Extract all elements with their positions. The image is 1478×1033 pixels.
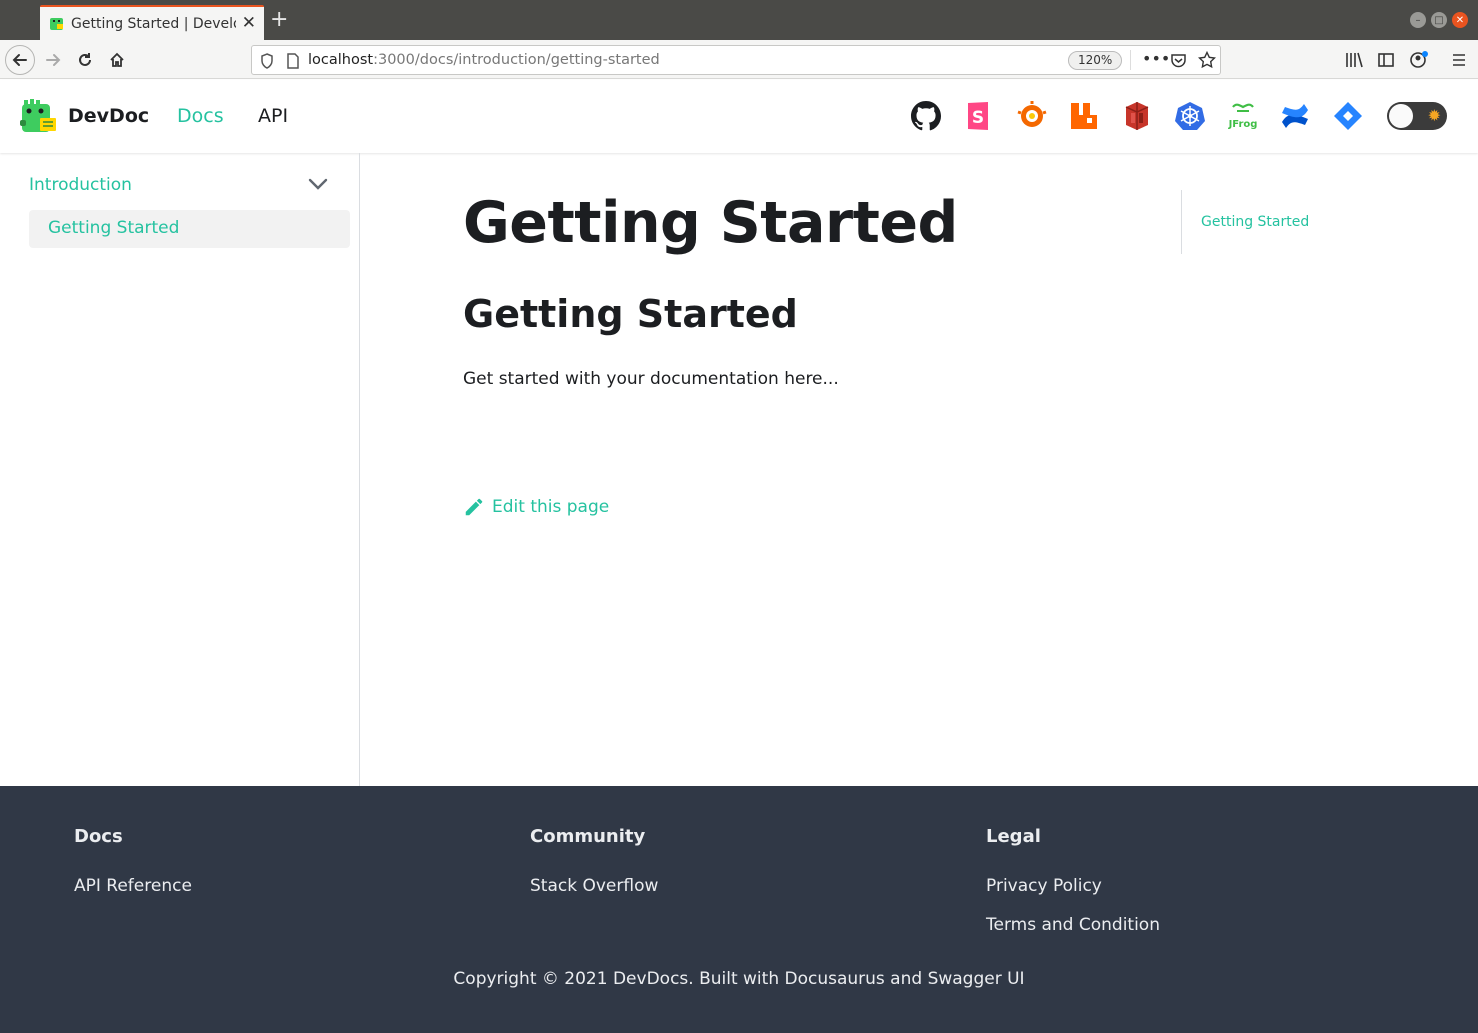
intro-paragraph: Get started with your documentation here… <box>463 369 839 389</box>
footer-link-privacy-policy[interactable]: Privacy Policy <box>986 876 1102 896</box>
svg-text:JFrog: JFrog <box>1228 119 1257 130</box>
page-icon <box>287 53 299 69</box>
window-close-icon[interactable]: ✕ <box>1452 12 1468 28</box>
pocket-icon[interactable] <box>1170 52 1187 69</box>
brand-title: DevDoc <box>68 105 150 127</box>
pencil-icon <box>465 498 483 516</box>
footer-copyright: Copyright © 2021 DevDocs. Built with Doc… <box>453 969 1025 989</box>
new-tab-icon[interactable]: + <box>270 9 288 31</box>
edit-page-link[interactable]: Edit this page <box>463 496 609 518</box>
sidebar-category-introduction[interactable]: Introduction <box>29 175 132 195</box>
reload-icon[interactable] <box>72 47 98 73</box>
brand-link[interactable]: DevDoc <box>20 98 149 134</box>
site-footer: Docs API Reference Community Stack Overf… <box>0 786 1478 1033</box>
footer-link-api-reference[interactable]: API Reference <box>74 876 192 896</box>
dark-mode-toggle[interactable]: ✹ <box>1387 102 1447 130</box>
back-arrow-icon[interactable] <box>5 45 35 75</box>
footer-title-community: Community <box>530 826 646 847</box>
account-icon[interactable] <box>1409 50 1429 70</box>
url-bar[interactable]: localhost:3000/docs/introduction/getting… <box>251 45 1221 75</box>
browser-tab[interactable]: Getting Started | Develop ✕ <box>40 5 264 40</box>
sidebar-toggle-icon[interactable] <box>1377 51 1395 69</box>
bookmark-star-icon[interactable] <box>1198 51 1216 69</box>
library-icon[interactable] <box>1345 51 1363 69</box>
url-separator <box>1130 50 1131 70</box>
kubernetes-icon[interactable] <box>1174 100 1206 132</box>
aws-s3-icon[interactable] <box>1121 100 1153 132</box>
zoom-level-badge[interactable]: 120% <box>1068 51 1123 70</box>
docs-sidebar: Introduction Getting Started <box>0 153 360 786</box>
confluence-icon[interactable] <box>1279 100 1311 132</box>
footer-link-stack-overflow[interactable]: Stack Overflow <box>530 876 658 896</box>
forward-arrow-icon[interactable] <box>40 47 66 73</box>
window-controls: – □ ✕ <box>1410 12 1468 28</box>
storybook-icon[interactable]: S <box>963 100 995 132</box>
browser-tab-title: Getting Started | Develop <box>71 15 236 32</box>
docusaurus-logo-icon <box>20 99 56 132</box>
maximize-icon[interactable]: □ <box>1431 12 1447 28</box>
rabbitmq-icon[interactable] <box>1068 100 1100 132</box>
footer-link-terms[interactable]: Terms and Condition <box>986 915 1160 935</box>
grafana-icon[interactable] <box>1016 100 1048 132</box>
more-actions-icon[interactable]: ••• <box>1142 49 1170 68</box>
close-tab-icon[interactable]: ✕ <box>242 15 256 32</box>
sidebar-item-label: Getting Started <box>48 218 180 238</box>
section-heading: Getting Started <box>463 292 798 336</box>
sidebar-item-getting-started[interactable]: Getting Started <box>29 210 350 248</box>
edit-page-label: Edit this page <box>492 497 610 517</box>
svg-text:S: S <box>972 108 984 128</box>
home-icon[interactable] <box>104 47 130 73</box>
dino-favicon-icon <box>50 18 63 30</box>
chevron-down-icon[interactable] <box>306 177 330 193</box>
url-path: :3000/docs/introduction/getting-started <box>373 52 660 68</box>
toc-item-getting-started[interactable]: Getting Started <box>1201 214 1309 230</box>
nav-link-docs[interactable]: Docs <box>177 105 224 127</box>
footer-title-legal: Legal <box>986 826 1041 847</box>
github-icon[interactable] <box>910 100 942 132</box>
jfrog-icon[interactable]: JFrog <box>1227 100 1259 132</box>
jira-icon[interactable] <box>1332 100 1364 132</box>
toggle-knob <box>1389 104 1413 128</box>
url-text[interactable]: localhost:3000/docs/introduction/getting… <box>308 52 660 68</box>
browser-tab-bar: Getting Started | Develop ✕ + – □ ✕ <box>0 0 1478 40</box>
page-title: Getting Started <box>463 190 958 256</box>
footer-title-docs: Docs <box>74 826 123 847</box>
minimize-icon[interactable]: – <box>1410 12 1426 28</box>
nav-link-api[interactable]: API <box>258 105 288 127</box>
shield-icon[interactable] <box>260 53 274 69</box>
hamburger-menu-icon[interactable] <box>1450 51 1468 69</box>
browser-toolbar: localhost:3000/docs/introduction/getting… <box>0 40 1478 79</box>
table-of-contents: Getting Started <box>1181 190 1381 254</box>
url-host: localhost <box>308 52 374 68</box>
site-navbar: DevDoc Docs API S JFrog ✹ <box>0 80 1478 153</box>
sun-icon: ✹ <box>1427 106 1441 125</box>
